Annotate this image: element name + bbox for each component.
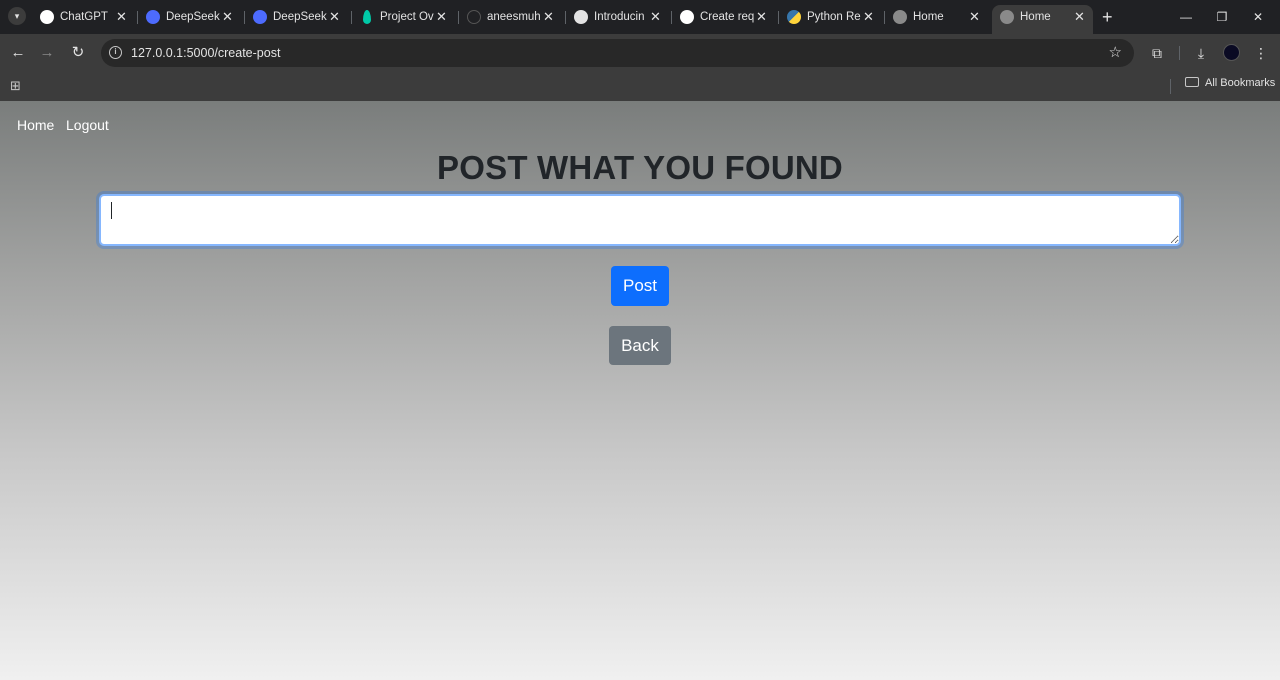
tab-label: DeepSeek <box>273 11 327 23</box>
tab-introducing[interactable]: Introducin ✕ <box>566 5 670 29</box>
post-textarea[interactable] <box>99 194 1181 246</box>
browser-toolbar: ← → ↻ i 127.0.0.1:5000/create-post ☆ ⧉ ⤓… <box>0 34 1280 72</box>
close-icon[interactable]: ✕ <box>222 5 233 29</box>
post-button[interactable]: Post <box>611 266 669 306</box>
folder-icon <box>1185 77 1199 87</box>
openai-icon <box>680 10 694 24</box>
tab-search-chevron-icon[interactable]: ▾ <box>8 7 26 25</box>
bookmark-star-icon[interactable]: ☆ <box>1109 39 1122 67</box>
tab-label: Project Ov <box>380 11 434 23</box>
tab-github[interactable]: aneesmuh ✕ <box>459 5 563 29</box>
menu-kebab-icon[interactable]: ⋮ <box>1252 44 1270 62</box>
tab-label: Python Re <box>807 11 861 23</box>
close-icon[interactable]: ✕ <box>756 5 767 29</box>
minimize-icon[interactable]: — <box>1178 6 1194 28</box>
text-caret <box>111 202 112 219</box>
site-info-icon[interactable]: i <box>109 46 122 59</box>
page-content: Home Logout POST WHAT YOU FOUND Post Bac… <box>0 101 1280 680</box>
close-icon[interactable]: ✕ <box>116 5 127 29</box>
close-icon[interactable]: ✕ <box>329 5 340 29</box>
deepseek-icon <box>146 10 160 24</box>
tab-deepseek-2[interactable]: DeepSeek ✕ <box>245 5 349 29</box>
extensions-puzzle-icon[interactable]: ⧉ <box>1148 44 1166 62</box>
url-text[interactable]: 127.0.0.1:5000/create-post <box>131 39 280 67</box>
tab-label: DeepSeek <box>166 11 220 23</box>
github-icon <box>467 10 481 24</box>
tab-strip: ▾ ChatGPT ✕ DeepSeek ✕ DeepSeek ✕ Projec… <box>0 0 1280 34</box>
forward-arrow-icon[interactable]: → <box>38 44 56 62</box>
close-icon[interactable]: ✕ <box>1074 5 1085 29</box>
globe-icon <box>893 10 907 24</box>
all-bookmarks-button[interactable]: All Bookmarks <box>1185 72 1275 101</box>
restore-icon[interactable]: ❐ <box>1214 6 1230 28</box>
reload-icon[interactable]: ↻ <box>69 44 87 62</box>
close-icon[interactable]: ✕ <box>863 5 874 29</box>
page-title: POST WHAT YOU FOUND <box>437 149 843 186</box>
tab-home-1[interactable]: Home ✕ <box>885 5 989 29</box>
back-arrow-icon[interactable]: ← <box>9 44 27 62</box>
tab-label: ChatGPT <box>60 11 108 23</box>
all-bookmarks-label: All Bookmarks <box>1205 77 1276 89</box>
tab-label: Introducin <box>594 11 645 23</box>
tab-python[interactable]: Python Re ✕ <box>779 5 883 29</box>
openai-icon <box>40 10 54 24</box>
tab-home-active[interactable]: Home ✕ <box>992 5 1093 34</box>
close-icon[interactable]: ✕ <box>969 5 980 29</box>
tab-label: aneesmuh <box>487 11 541 23</box>
tab-label: Create req <box>700 11 755 23</box>
tab-deepseek-1[interactable]: DeepSeek ✕ <box>138 5 242 29</box>
profile-avatar[interactable] <box>1223 44 1240 61</box>
address-bar[interactable]: i 127.0.0.1:5000/create-post ☆ <box>101 39 1134 67</box>
tab-chatgpt[interactable]: ChatGPT ✕ <box>32 5 136 29</box>
window-close-icon[interactable]: ✕ <box>1250 6 1266 28</box>
download-icon[interactable]: ⤓ <box>1192 44 1210 62</box>
deepseek-icon <box>253 10 267 24</box>
tab-label: Home <box>913 11 944 23</box>
tab-create-req[interactable]: Create req ✕ <box>672 5 776 29</box>
new-tab-plus-icon[interactable]: + <box>1102 6 1118 28</box>
back-button[interactable]: Back <box>609 326 671 365</box>
globe-icon <box>1000 10 1014 24</box>
nav-logout-link[interactable]: Logout <box>66 117 109 133</box>
close-icon[interactable]: ✕ <box>543 5 554 29</box>
close-icon[interactable]: ✕ <box>436 5 447 29</box>
tab-project[interactable]: Project Ov ✕ <box>352 5 456 29</box>
apps-grid-icon[interactable]: ⊞ <box>10 79 23 92</box>
leaf-icon <box>363 10 371 24</box>
close-icon[interactable]: ✕ <box>650 5 661 29</box>
tab-label: Home <box>1020 11 1051 23</box>
nav-home-link[interactable]: Home <box>17 117 54 133</box>
python-icon <box>787 10 801 24</box>
openai-icon <box>574 10 588 24</box>
bookmarks-bar: ⊞ All Bookmarks <box>0 72 1280 101</box>
